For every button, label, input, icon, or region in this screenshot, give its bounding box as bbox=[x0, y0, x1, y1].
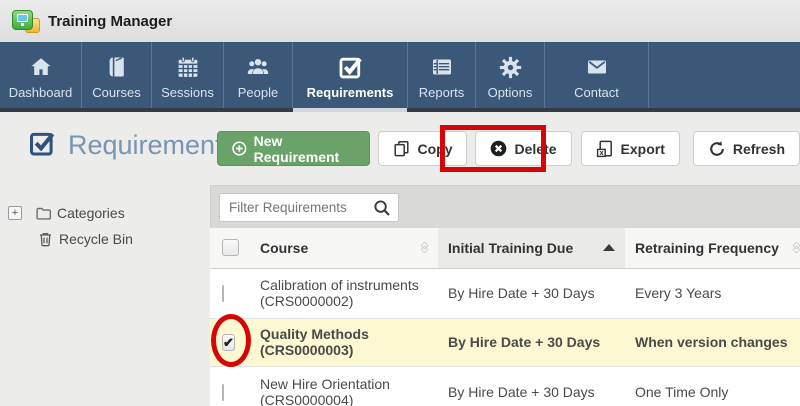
search-icon[interactable] bbox=[373, 199, 391, 222]
home-icon bbox=[28, 52, 54, 82]
tab-label: Reports bbox=[418, 85, 465, 100]
page-title: Requirements bbox=[28, 129, 236, 162]
cell-retraining-frequency: When version changes bbox=[635, 334, 788, 350]
column-label: Retraining Frequency bbox=[635, 239, 779, 256]
check-square-icon bbox=[337, 52, 364, 82]
tree-item-recycle-bin[interactable]: Recycle Bin bbox=[8, 226, 133, 252]
tab-courses[interactable]: Courses bbox=[82, 42, 152, 108]
column-label: Course bbox=[260, 239, 309, 256]
tab-options[interactable]: Options bbox=[476, 42, 545, 108]
requirements-panel: Course Initial Training Due bbox=[210, 185, 800, 406]
people-icon bbox=[244, 52, 272, 82]
tab-contact[interactable]: Contact bbox=[545, 42, 649, 108]
table-row[interactable]: New Hire Orientation (CRS0000004) By Hir… bbox=[210, 366, 800, 406]
monitor-icon bbox=[17, 14, 28, 22]
tab-label: People bbox=[237, 85, 279, 100]
sort-icon bbox=[792, 241, 800, 254]
cell-initial-training-due: By Hire Date + 30 Days bbox=[448, 384, 595, 400]
new-requirement-button[interactable]: New Requirement bbox=[217, 131, 371, 166]
filter-bar bbox=[210, 185, 800, 228]
main-nav: Dashboard Courses Sessions People Requir bbox=[0, 42, 800, 112]
filter-input-box bbox=[219, 192, 399, 222]
cell-course: Calibration of instruments (CRS0000002) bbox=[260, 277, 419, 309]
row-checkbox[interactable] bbox=[222, 285, 224, 302]
tree-item-label: Categories bbox=[57, 205, 125, 221]
gear-icon bbox=[498, 52, 523, 82]
page-title-text: Requirements bbox=[68, 130, 237, 160]
sort-asc-icon bbox=[603, 244, 615, 252]
calendar-icon bbox=[175, 52, 201, 82]
window-title: Training Manager bbox=[48, 12, 173, 30]
sidebar-tree: + Categories Recycle Bin bbox=[8, 200, 133, 252]
expand-icon[interactable]: + bbox=[8, 206, 22, 220]
tab-label: Courses bbox=[92, 85, 141, 100]
tab-label: Contact bbox=[574, 85, 619, 100]
tab-sessions[interactable]: Sessions bbox=[152, 42, 224, 108]
refresh-button[interactable]: Refresh bbox=[692, 131, 800, 166]
tab-dashboard[interactable]: Dashboard bbox=[0, 42, 82, 108]
copy-icon bbox=[394, 141, 410, 157]
titlebar: Training Manager bbox=[0, 0, 800, 42]
header-initial-training-due[interactable]: Initial Training Due bbox=[438, 228, 625, 269]
filter-input[interactable] bbox=[220, 199, 360, 215]
cell-initial-training-due: By Hire Date + 30 Days bbox=[448, 285, 595, 301]
training-manager-logo-icon bbox=[8, 6, 42, 36]
table-row-selected[interactable]: ✔ Quality Methods (CRS0000003) By Hire D… bbox=[210, 318, 800, 366]
cell-retraining-frequency: One Time Only bbox=[635, 384, 729, 400]
sort-icon bbox=[420, 241, 429, 254]
folder-icon bbox=[34, 206, 52, 221]
tab-reports[interactable]: Reports bbox=[408, 42, 476, 108]
row-checkbox[interactable] bbox=[222, 384, 224, 401]
tab-label: Dashboard bbox=[8, 85, 73, 100]
toolbar: New Requirement Copy Delete x Export Ref… bbox=[217, 131, 800, 166]
header-select-all bbox=[210, 228, 250, 269]
button-label: Copy bbox=[417, 140, 453, 157]
logo-green-square bbox=[12, 10, 33, 30]
trash-icon bbox=[36, 231, 54, 247]
table-row[interactable]: Calibration of instruments (CRS0000002) … bbox=[210, 268, 800, 318]
excel-export-icon: x bbox=[596, 140, 612, 157]
column-label: Initial Training Due bbox=[448, 239, 574, 256]
tab-label: Options bbox=[487, 85, 533, 100]
plus-circle-icon bbox=[232, 141, 247, 156]
select-all-checkbox[interactable] bbox=[222, 239, 239, 257]
training-manager-window: Training Manager Dashboard Courses Sessi… bbox=[0, 0, 800, 406]
header-retraining-frequency[interactable]: Retraining Frequency bbox=[625, 228, 800, 269]
button-label: New Requirement bbox=[253, 132, 340, 165]
tab-label: Sessions bbox=[161, 85, 214, 100]
book-icon bbox=[105, 52, 129, 82]
content-area: Requirements + Categories Recycle Bin Ne… bbox=[0, 112, 800, 406]
button-label: Export bbox=[620, 140, 665, 157]
export-button[interactable]: x Export bbox=[580, 131, 680, 166]
requirements-table: Course Initial Training Due Retraining F… bbox=[210, 228, 800, 406]
header-course[interactable]: Course bbox=[250, 228, 438, 269]
check-square-icon bbox=[28, 129, 56, 162]
report-icon bbox=[429, 52, 455, 82]
monitor-stand bbox=[21, 23, 24, 26]
table-header-row: Course Initial Training Due Retraining F… bbox=[210, 228, 800, 269]
envelope-icon bbox=[583, 52, 611, 82]
button-label: Delete bbox=[514, 140, 557, 157]
delete-button[interactable]: Delete bbox=[475, 131, 572, 166]
row-checkbox-checked[interactable]: ✔ bbox=[222, 334, 235, 351]
x-circle-icon bbox=[491, 140, 507, 157]
tab-people[interactable]: People bbox=[224, 42, 293, 108]
button-label: Refresh bbox=[732, 140, 785, 157]
cell-initial-training-due: By Hire Date + 30 Days bbox=[448, 334, 601, 350]
tree-item-categories[interactable]: + Categories bbox=[8, 200, 133, 226]
tab-requirements[interactable]: Requirements bbox=[293, 42, 408, 112]
copy-button[interactable]: Copy bbox=[378, 131, 468, 166]
cell-retraining-frequency: Every 3 Years bbox=[635, 285, 722, 301]
tab-label: Requirements bbox=[306, 85, 394, 100]
tree-item-label: Recycle Bin bbox=[59, 231, 133, 247]
refresh-icon bbox=[710, 140, 724, 156]
cell-course: New Hire Orientation (CRS0000004) bbox=[260, 376, 390, 406]
cell-course: Quality Methods (CRS0000003) bbox=[260, 326, 369, 358]
